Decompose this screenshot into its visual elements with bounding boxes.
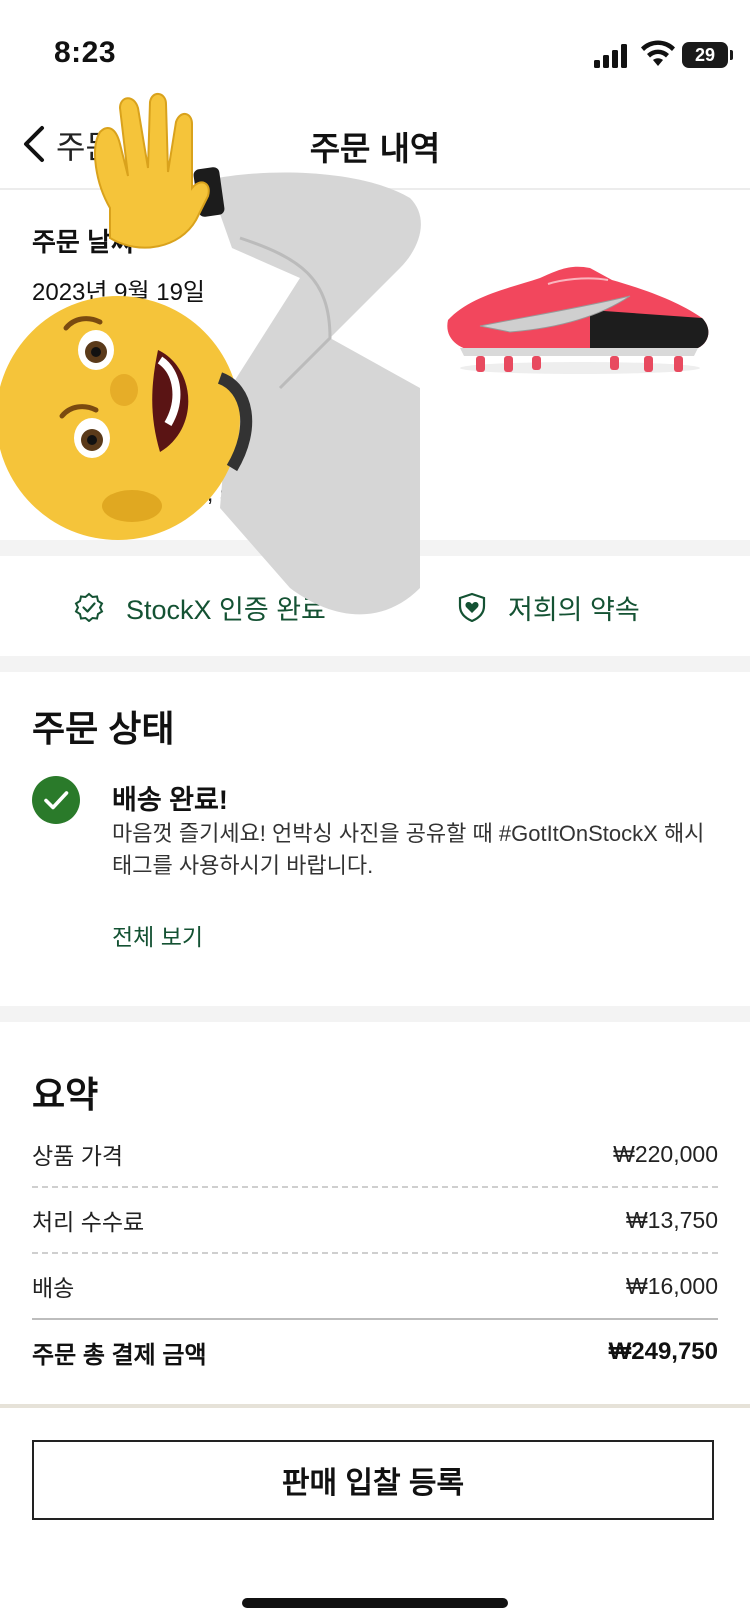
status-bar: 8:23 29 — [0, 0, 750, 100]
summary-total-value: ₩249,750 — [608, 1338, 718, 1365]
summary-row-value: ₩220,000 — [613, 1140, 718, 1167]
summary-row-label: 배송 — [32, 1275, 75, 1301]
order-date-label: 주문 날짜 — [32, 227, 135, 257]
cellular-signal-icon — [594, 44, 627, 68]
battery-indicator: 29 — [682, 42, 733, 68]
delivery-status-headline: 배송 완료! — [112, 785, 228, 815]
summary-row-item-price: 상품 가격 ₩220,000 — [32, 1122, 718, 1188]
shield-heart-icon — [458, 592, 486, 622]
summary-total-label: 주문 총 결제 금액 — [32, 1341, 207, 1369]
section-divider — [0, 656, 750, 672]
place-ask-button[interactable]: 판매 입찰 등록 — [32, 1440, 714, 1520]
promise-badge[interactable]: 저희의 약속 — [458, 558, 640, 656]
bottom-divider — [0, 1404, 750, 1408]
summary-title: 요약 — [32, 1074, 99, 1115]
order-date-value: 2023년 9월 19일 — [32, 279, 206, 306]
delivery-status-description: 마음껏 즐기세요! 언박싱 사진을 공유할 때 #GotItOnStockX 해… — [112, 821, 705, 878]
authenticated-label: StockX 인증 완료 — [126, 594, 326, 625]
view-all-link[interactable]: 전체 보기 — [112, 918, 203, 952]
summary-row-shipping: 배송 ₩16,000 — [32, 1254, 718, 1320]
promise-label: 저희의 약속 — [508, 594, 640, 625]
summary-row-total: 주문 총 결제 금액 ₩249,750 — [32, 1320, 718, 1384]
seal-check-icon — [74, 592, 104, 622]
section-divider — [0, 1006, 750, 1022]
wifi-icon — [641, 40, 675, 66]
status-time: 8:23 — [54, 36, 117, 69]
order-status-title: 주문 상태 — [32, 708, 175, 749]
trust-badges: StockX 인증 완료 저희의 약속 — [0, 558, 750, 656]
page-title: 주문 내역 — [309, 130, 441, 167]
summary-row-value: ₩13,750 — [625, 1206, 718, 1233]
summary-row-label: 상품 가격 — [32, 1143, 124, 1169]
nav-header: 주문 주문 내역 — [0, 100, 750, 190]
product-image — [447, 266, 709, 374]
shipping-address: gu, se — [180, 480, 246, 507]
authenticated-badge[interactable]: StockX 인증 완료 — [74, 558, 326, 656]
home-indicator — [242, 1598, 508, 1608]
section-divider — [0, 540, 750, 556]
summary-row-label: 처리 수수료 — [32, 1209, 145, 1235]
check-circle-icon — [32, 776, 80, 824]
summary-row-processing-fee: 처리 수수료 ₩13,750 — [32, 1188, 718, 1254]
summary-row-value: ₩16,000 — [625, 1272, 718, 1299]
